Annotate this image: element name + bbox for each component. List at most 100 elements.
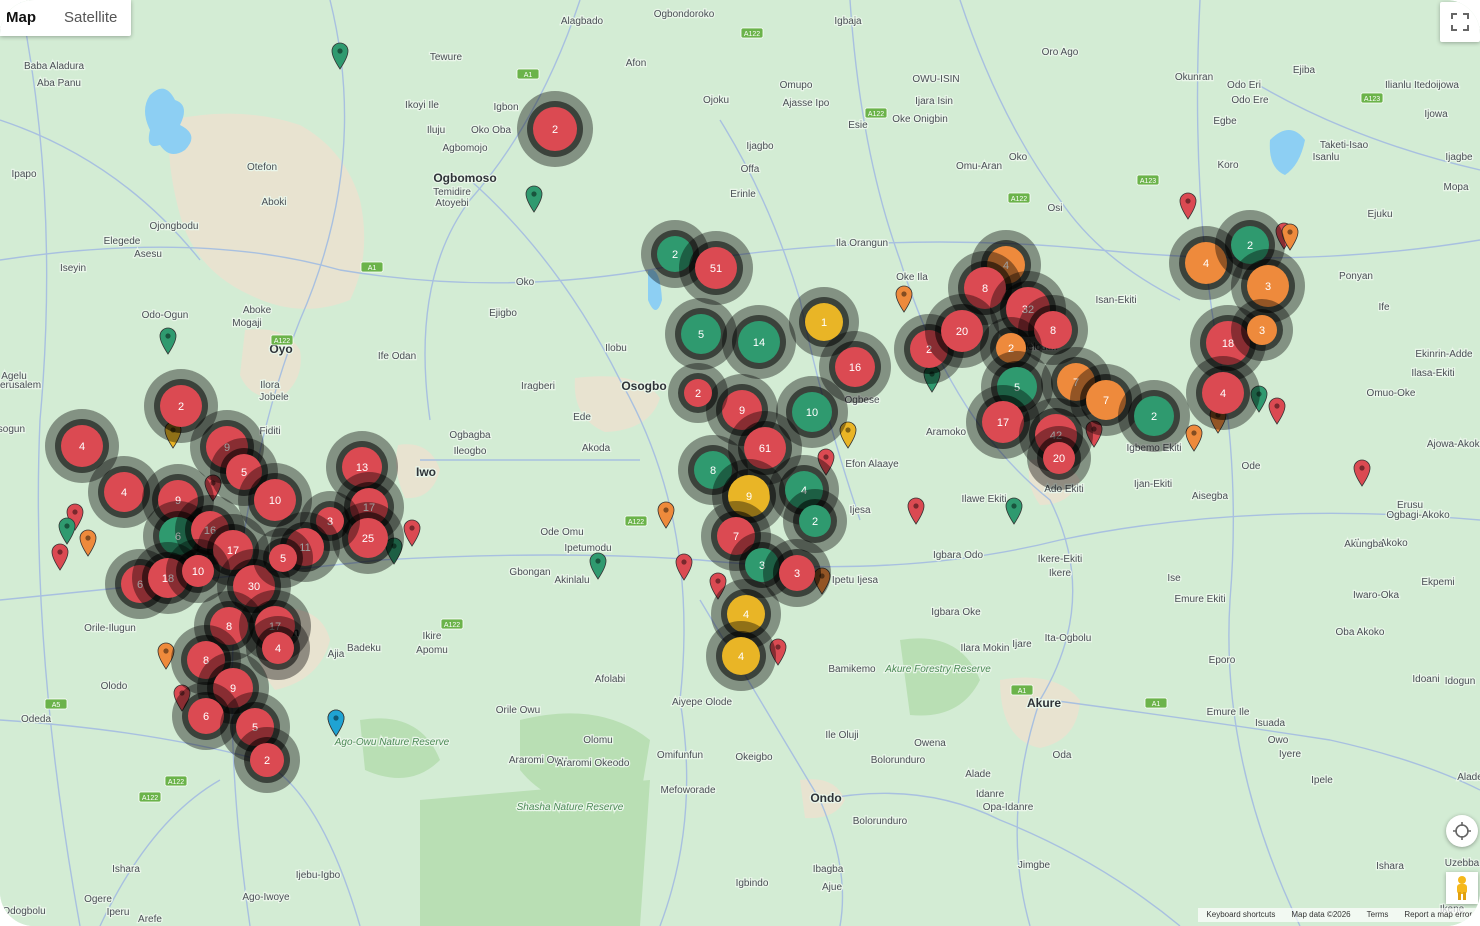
- fullscreen-button[interactable]: [1440, 2, 1480, 42]
- place-label: Ejuku: [1367, 209, 1392, 220]
- report-error-link[interactable]: Report a map error: [1396, 908, 1480, 922]
- place-label: Ode: [1242, 461, 1261, 472]
- marker-cluster[interactable]: 2: [234, 727, 300, 793]
- cluster-count: 61: [759, 443, 771, 455]
- cluster-count: 10: [269, 495, 281, 507]
- cluster-count: 8: [226, 621, 232, 633]
- road-shield: A122: [270, 334, 294, 346]
- map-canvas[interactable]: Alagbado Ogbondoroko Igbaja Baba Aladura Aba…: [0, 0, 1480, 926]
- svg-text:A123: A123: [1140, 178, 1156, 185]
- cluster-count: 4: [1220, 388, 1226, 400]
- cluster-count: 51: [710, 263, 722, 275]
- place-label: Opa-Idanre: [983, 802, 1034, 813]
- place-label: Oko: [1009, 152, 1028, 163]
- place-label: Badeku: [347, 643, 381, 654]
- cluster-count: 2: [672, 249, 678, 261]
- map-type-map-button[interactable]: Map: [0, 0, 50, 36]
- place-label: Ilianlu Itedoijowa: [1385, 80, 1459, 91]
- place-label: Jimgbe: [1018, 860, 1051, 871]
- place-label: Ilara Mokin: [961, 643, 1010, 654]
- place-label: Iwaro-Oka: [1353, 590, 1400, 601]
- cluster-count: 4: [275, 643, 281, 655]
- place-label: Emure Ekiti: [1174, 594, 1225, 605]
- place-label: Ojoku: [703, 95, 729, 106]
- marker-cluster[interactable]: 3: [1231, 299, 1293, 361]
- place-label: Ogere: [84, 894, 112, 905]
- place-label: Ajowa-Akoko: [1427, 439, 1480, 450]
- place-label: Iyere: [1279, 749, 1302, 760]
- road-shield: A5: [44, 698, 68, 710]
- marker-cluster[interactable]: 51: [679, 231, 753, 305]
- place-label: Ogbagi-Akoko: [1386, 510, 1450, 521]
- cluster-count: 2: [695, 388, 701, 400]
- place-label: Iseyin: [60, 263, 86, 274]
- road-shield: A1: [516, 68, 540, 80]
- marker-cluster[interactable]: 5: [253, 528, 313, 588]
- place-label: Ago-Owu Nature Reserve: [334, 737, 450, 748]
- place-label: OWU-ISIN: [912, 74, 959, 85]
- place-label: Okunran: [1175, 72, 1213, 83]
- place-label: Ago-Iwoye: [242, 892, 290, 903]
- marker-cluster[interactable]: 2: [517, 91, 593, 167]
- place-label: Ojongbodu: [150, 221, 199, 232]
- svg-text:A5: A5: [52, 702, 61, 709]
- pegman-icon: [1457, 876, 1467, 900]
- place-label: Ilora: [260, 380, 280, 391]
- place-label: Taketi-Isao: [1320, 140, 1369, 151]
- place-label: Ikoyi Ile: [405, 100, 439, 111]
- marker-cluster[interactable]: 20: [1027, 426, 1091, 490]
- place-label: Ijowa: [1424, 109, 1448, 120]
- place-label: Ijebu-Igbo: [296, 870, 341, 881]
- map-viewport[interactable]: Alagbado Ogbondoroko Igbaja Baba Aladura Aba…: [0, 0, 1480, 926]
- place-label: Ajia: [328, 649, 345, 660]
- place-label: Afon: [626, 58, 647, 69]
- marker-cluster[interactable]: 2: [668, 363, 728, 423]
- road-shield: A122: [138, 791, 162, 803]
- keyboard-shortcuts-link[interactable]: Keyboard shortcuts: [1198, 908, 1283, 922]
- road-shield: A1: [1144, 697, 1168, 709]
- place-label: Ogbagba: [449, 430, 491, 441]
- cluster-count: 14: [753, 337, 765, 349]
- cluster-count: 10: [192, 566, 204, 578]
- place-label: Ikere: [1049, 568, 1072, 579]
- marker-cluster[interactable]: 4: [706, 621, 776, 691]
- marker-cluster[interactable]: 14: [722, 305, 796, 379]
- place-label: Uzebba: [1445, 858, 1480, 869]
- place-label: Olomu: [583, 735, 612, 746]
- map-type-satellite-button[interactable]: Satellite: [50, 0, 131, 36]
- terms-link[interactable]: Terms: [1359, 908, 1397, 922]
- marker-cluster[interactable]: 4: [1186, 356, 1260, 430]
- place-label: Fiditi: [259, 426, 280, 437]
- place-label: Baba Aladura: [24, 61, 84, 72]
- place-label: Afolabi: [595, 674, 626, 685]
- street-view-pegman[interactable]: [1446, 872, 1478, 904]
- place-label: Ode Omu: [540, 527, 583, 538]
- place-label: Ijan-Ekiti: [1134, 479, 1172, 490]
- place-label: Ilawe Ekiti: [961, 494, 1006, 505]
- place-label: Alade: [1457, 772, 1480, 783]
- map-type-control: Map Satellite: [0, 0, 132, 36]
- cluster-count: 25: [362, 533, 374, 545]
- recenter-button[interactable]: [1446, 815, 1478, 847]
- road-shield: A122: [440, 618, 464, 630]
- place-label: Aiyepe Olode: [672, 697, 732, 708]
- cluster-count: 9: [739, 405, 745, 417]
- place-label: Gbongan: [509, 567, 550, 578]
- place-label: Isanlu: [1313, 152, 1340, 163]
- place-label: Iluju: [427, 125, 445, 136]
- place-label: Ife Odan: [378, 351, 416, 362]
- place-label: Igbara Oke: [931, 607, 981, 618]
- fullscreen-icon: [1451, 13, 1469, 31]
- place-label: Ogbomoso: [433, 171, 496, 185]
- place-label: Ipele: [1311, 775, 1333, 786]
- cluster-count: 20: [1053, 453, 1065, 465]
- cluster-count: 6: [203, 711, 209, 723]
- place-label: Osogbo: [621, 379, 666, 393]
- recenter-icon: [1453, 822, 1471, 840]
- marker-cluster[interactable]: 2: [1118, 380, 1190, 452]
- place-label: Isan-Ekiti: [1095, 295, 1136, 306]
- place-label: Ile Oluji: [825, 730, 858, 741]
- place-label: Odo Eri: [1227, 80, 1261, 91]
- place-label: Odogbolu: [2, 906, 45, 917]
- place-label: Ikire: [423, 631, 442, 642]
